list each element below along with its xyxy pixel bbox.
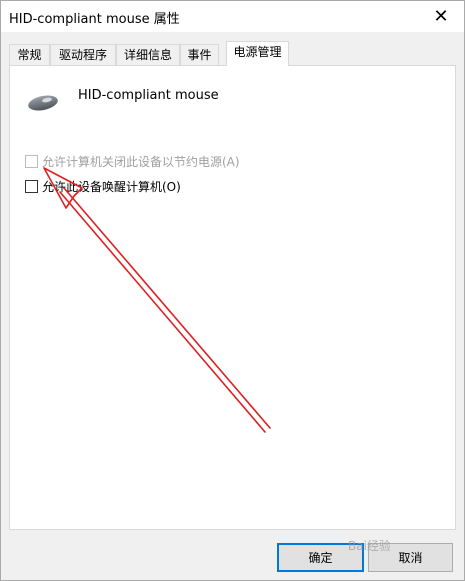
checkbox-box[interactable] xyxy=(25,155,38,168)
tab-general[interactable]: 常规 xyxy=(9,44,50,65)
tab-events[interactable]: 事件 xyxy=(180,44,219,65)
power-management-panel: HID-compliant mouse 允许计算机关闭此设备以节约电源(A) 允… xyxy=(9,65,456,530)
checkbox-box[interactable] xyxy=(25,180,38,193)
title-bar: HID-compliant mouse 属性 ✕ xyxy=(1,1,464,32)
allow-turn-off-label: 允许计算机关闭此设备以节约电源(A) xyxy=(42,155,240,169)
window-title: HID-compliant mouse 属性 xyxy=(9,12,180,27)
allow-turn-off-checkbox[interactable]: 允许计算机关闭此设备以节约电源(A) xyxy=(25,153,240,170)
properties-window: HID-compliant mouse 属性 ✕ 常规 驱动程序 详细信息 事件… xyxy=(0,0,465,581)
device-name: HID-compliant mouse xyxy=(78,88,219,103)
cancel-button[interactable]: 取消 xyxy=(368,543,453,572)
close-icon[interactable]: ✕ xyxy=(418,1,464,32)
tab-strip: 常规 驱动程序 详细信息 事件 电源管理 xyxy=(9,41,457,66)
tab-driver[interactable]: 驱动程序 xyxy=(50,44,116,65)
ok-button[interactable]: 确定 xyxy=(277,543,364,572)
tab-power-management[interactable]: 电源管理 xyxy=(226,41,289,66)
allow-wake-checkbox[interactable]: 允许此设备唤醒计算机(O) xyxy=(25,178,181,195)
allow-wake-label: 允许此设备唤醒计算机(O) xyxy=(42,180,181,194)
mouse-icon xyxy=(28,95,58,111)
tab-details[interactable]: 详细信息 xyxy=(116,44,180,65)
